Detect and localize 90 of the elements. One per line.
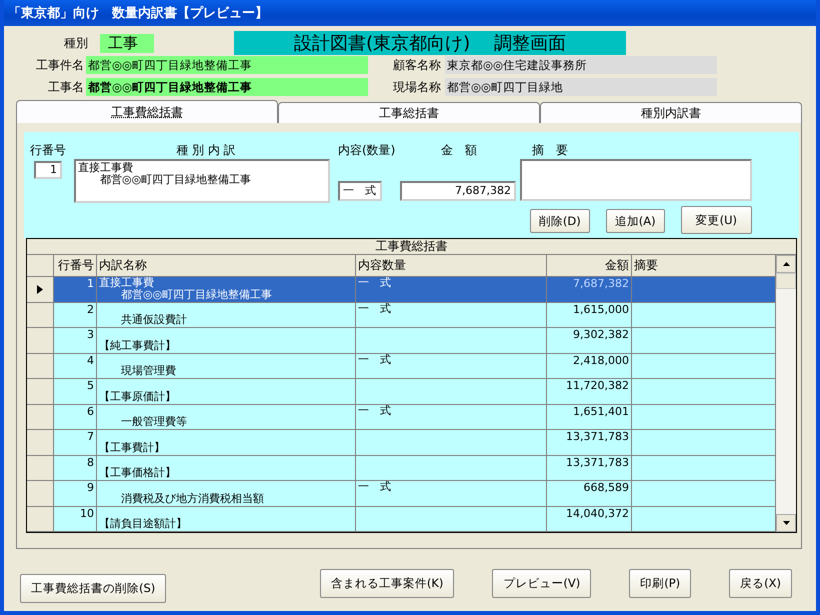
table-cell-text: 【純工事費計】	[99, 340, 177, 351]
table-cell-text: 一 式	[358, 354, 392, 365]
table-cell: 8	[54, 456, 97, 480]
tab[interactable]: 種別内訳書	[540, 102, 802, 123]
column-header: 行番号	[54, 255, 97, 276]
table-cell: 11,720,382	[547, 379, 632, 404]
table-cell-text: 消費税及び地方消費税相当額	[120, 492, 265, 504]
field-label: 工事名	[47, 78, 84, 96]
table-cell-text: 現場管理費	[120, 365, 177, 376]
table-cell-text: 【請負目途額計】	[99, 518, 188, 530]
column-header: 内容数量	[356, 255, 547, 276]
amount-field[interactable]: 7,687,382	[400, 181, 516, 201]
field-label: 現場名称	[392, 78, 441, 96]
table-cell: 9,302,382	[547, 328, 632, 352]
table-row[interactable]: 3 【純工事費計】 9,302,382	[27, 328, 775, 354]
table-cell-text: 【工事価格計】	[99, 467, 177, 478]
field-value: 都営◎◎町四丁目緑地整備工事	[86, 78, 368, 96]
table-cell: 7	[54, 430, 97, 454]
breakdown-field[interactable]: 直接工事費 都営◎◎町四丁目緑地整備工事	[74, 159, 330, 203]
field-value: 東京都◎◎住宅建設事務所	[445, 56, 717, 74]
table-cell: 1	[54, 277, 97, 302]
field-value: 都営◎◎町四丁目緑地	[445, 78, 717, 96]
table-row[interactable]: 6 一般管理費等 一 式 1,651,401	[27, 404, 775, 430]
table-cell: 1,615,000	[547, 302, 632, 327]
row-number-field[interactable]: 1	[34, 161, 62, 179]
grid-caption: 工事費総括書	[27, 239, 796, 255]
table-cell-text: 都営◎◎町四丁目緑地整備工事	[120, 288, 274, 300]
field-label: 摘 要	[531, 142, 569, 159]
table-cell-text: 一 式	[358, 404, 392, 416]
field-label: 工事件名	[35, 56, 84, 74]
table-row[interactable]: 8 【工事価格計】 13,371,783	[27, 456, 775, 481]
tab[interactable]: 工事総括書	[278, 102, 540, 123]
table-row[interactable]: 1 直接工事費 都営◎◎町四丁目緑地整備工事 一 式 7,687,382	[27, 277, 775, 302]
table-row[interactable]: 7 【工事費計】 13,371,783	[27, 430, 775, 456]
table-cell: 2,418,000	[547, 354, 632, 378]
table-row[interactable]: 10 【請負目途額計】 14,040,372	[27, 506, 775, 532]
table-cell: 3	[54, 328, 97, 352]
delete-button[interactable]: 工事費総括書の削除(S)	[20, 574, 166, 603]
type-value: 工事	[100, 34, 154, 52]
scrollbar[interactable]	[775, 255, 796, 532]
table-cell-text: 直接工事費	[99, 277, 155, 288]
screen-banner: 設計図書(東京都向け) 調整画面	[234, 31, 626, 55]
footer-button[interactable]: 含まれる工事案件(K)	[320, 569, 454, 598]
table-cell: 10	[54, 506, 97, 531]
table-cell: 4	[54, 354, 97, 378]
field-label: 顧客名称	[392, 56, 441, 74]
footer-button[interactable]: プレビュー(V)	[492, 569, 592, 598]
table-cell-text: 一 式	[358, 481, 392, 492]
footer-button[interactable]: 戻る(X)	[729, 569, 792, 598]
table-cell: 2	[54, 302, 97, 327]
table-cell: 6	[54, 404, 97, 429]
quantity-field[interactable]: 一 式	[338, 181, 382, 201]
tab[interactable]: 工事費総括書	[16, 100, 278, 123]
field-label: 金 額	[440, 142, 478, 159]
table-cell: 5	[54, 379, 97, 404]
action-button[interactable]: 変更(U)	[680, 206, 752, 234]
action-button[interactable]: 削除(D)	[530, 209, 590, 233]
field-label: 行番号	[30, 142, 67, 159]
column-header: 金額	[547, 255, 632, 276]
table-cell-text: 共通仮設費計	[120, 314, 188, 326]
table-cell-text: 【工事費計】	[99, 442, 166, 453]
field-label: 種 別 内 訳	[175, 142, 237, 159]
table-cell-text: 一 式	[358, 277, 392, 288]
table-row[interactable]: 5 【工事原価計】 11,720,382	[27, 379, 775, 404]
table-cell: 13,371,783	[547, 456, 632, 480]
field-value: 都営◎◎町四丁目緑地整備工事	[86, 56, 368, 74]
footer-button[interactable]: 印刷(P)	[629, 569, 692, 598]
table-cell-text: 【工事原価計】	[99, 390, 177, 402]
field-label: 内容(数量)	[338, 142, 396, 159]
column-header: 摘要	[633, 257, 659, 274]
table-row[interactable]: 4 現場管理費 一 式 2,418,000	[27, 354, 775, 379]
table-cell-text: 一般管理費等	[120, 416, 188, 428]
row-pointer-icon	[37, 284, 43, 294]
table-cell: 1,651,401	[547, 404, 632, 429]
field-label: 種別	[63, 34, 88, 52]
scroll-up-icon[interactable]	[776, 255, 796, 273]
table-cell: 668,589	[547, 481, 632, 506]
table-cell: 13,371,783	[547, 430, 632, 454]
table-cell-text: 一 式	[358, 302, 392, 314]
action-button[interactable]: 追加(A)	[606, 209, 665, 233]
table-row[interactable]: 9 消費税及び地方消費税相当額 一 式 668,589	[27, 481, 775, 506]
column-header: 内訳名称	[97, 255, 356, 276]
table-cell: 7,687,382	[547, 277, 632, 302]
scroll-down-icon[interactable]	[776, 514, 796, 532]
table-cell: 14,040,372	[547, 506, 632, 531]
table-row[interactable]: 2 共通仮設費計 一 式 1,615,000	[27, 302, 775, 328]
scroll-thumb[interactable]	[776, 273, 796, 289]
note-field[interactable]	[520, 159, 752, 201]
table-cell: 9	[54, 481, 97, 506]
window-title: 「東京都」向け 数量内訳書【プレビュー】	[8, 4, 268, 22]
